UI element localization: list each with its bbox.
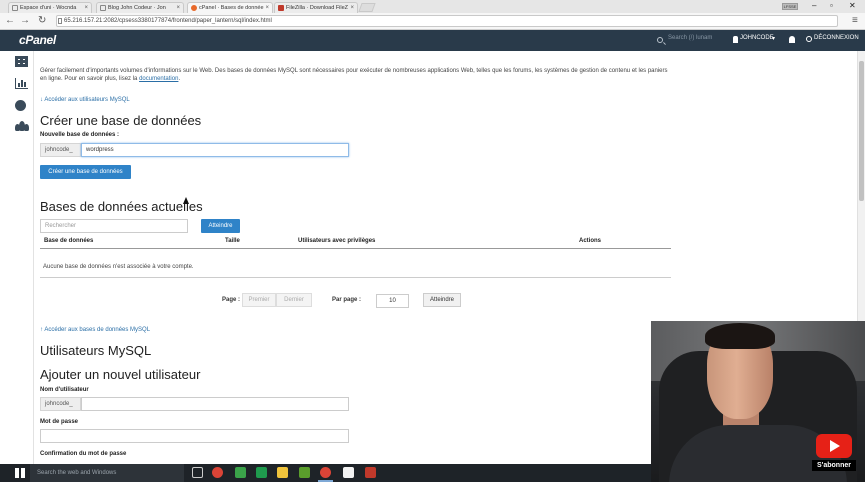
close-icon[interactable]: ×: [265, 3, 269, 13]
close-icon[interactable]: ×: [350, 3, 354, 13]
window-badge: LFSSE: [782, 3, 798, 10]
documentation-link[interactable]: documentation: [139, 76, 178, 82]
filezilla-icon[interactable]: [365, 467, 376, 478]
windows-start-icon[interactable]: [15, 468, 25, 478]
app-icon[interactable]: [235, 467, 246, 478]
cpanel-icon: [191, 5, 197, 11]
chrome-icon[interactable]: [320, 467, 331, 478]
browser-tab[interactable]: FileZilla · Download FileZ ×: [274, 2, 358, 13]
user-prefix: johncode_: [40, 397, 81, 411]
add-user-title: Ajouter un nouvel utilisateur: [40, 367, 201, 382]
col-database[interactable]: Base de données: [44, 238, 93, 244]
page-label: Page :: [222, 297, 241, 303]
go-to-users-link[interactable]: ↓ Accéder aux utilisateurs MySQL: [40, 97, 130, 103]
create-db-title: Créer une base de données: [40, 113, 202, 128]
browser-tab[interactable]: Blog John Codeur · Jon ×: [96, 2, 184, 13]
reload-icon[interactable]: ↻: [38, 15, 46, 27]
table-row-rule: [40, 277, 671, 278]
db-search-input[interactable]: Rechercher: [40, 219, 188, 233]
browser-tab-strip: Espace d'uni · Wocnda × Blog John Codeur…: [0, 0, 865, 13]
user-icon: [733, 36, 738, 43]
chevron-down-icon[interactable]: ▾: [772, 35, 775, 42]
menu-icon[interactable]: ≡: [852, 15, 858, 27]
forward-arrow-icon[interactable]: →: [20, 15, 30, 27]
page-info-icon: [58, 18, 62, 24]
app-icon[interactable]: [299, 467, 310, 478]
new-db-input[interactable]: wordpress: [81, 143, 349, 157]
task-view-icon[interactable]: [192, 467, 203, 478]
col-actions: Actions: [579, 238, 602, 244]
pager-go-button[interactable]: Atteindre: [423, 293, 461, 307]
confirm-password-label: Confirmation du mot de passe: [40, 451, 127, 457]
app-icon[interactable]: [343, 467, 354, 478]
icon-sidebar: [0, 51, 34, 464]
chrome-icon[interactable]: [212, 467, 223, 478]
grid-icon[interactable]: [15, 56, 28, 67]
create-db-button[interactable]: Créer une base de données: [40, 165, 131, 179]
back-arrow-icon[interactable]: ←: [5, 15, 15, 27]
chart-icon[interactable]: [15, 78, 28, 89]
minimize-icon[interactable]: –: [812, 0, 816, 12]
current-db-title: Bases de données actuelles: [40, 199, 203, 214]
table-header-rule: [40, 248, 671, 249]
bell-icon[interactable]: [789, 36, 795, 43]
taskbar-search-input[interactable]: Search the web and Windows: [30, 464, 184, 482]
cpanel-header: cPanel Search (/) lunam JOHNCODE ▾ DÉCON…: [0, 30, 865, 51]
logout-icon[interactable]: [806, 36, 812, 42]
scrollbar-thumb[interactable]: [859, 61, 864, 201]
db-search-button[interactable]: Atteindre: [201, 219, 240, 233]
browser-tab[interactable]: Espace d'uni · Wocnda ×: [8, 2, 92, 13]
close-icon[interactable]: ×: [84, 3, 88, 13]
page-icon: [12, 5, 18, 11]
per-page-select[interactable]: 10: [376, 294, 409, 308]
youtube-play-icon[interactable]: [816, 434, 852, 458]
go-to-databases-link[interactable]: ↑ Accéder aux bases de données MySQL: [40, 327, 150, 333]
users-icon[interactable]: [15, 121, 29, 132]
filezilla-icon: [278, 5, 284, 11]
new-db-label: Nouvelle base de données :: [40, 132, 120, 138]
db-prefix: johncode_: [40, 143, 81, 157]
password-label: Mot de passe: [40, 419, 79, 425]
browser-tab-active[interactable]: cPanel · Bases de donnée ×: [187, 2, 273, 13]
last-page-button[interactable]: Dernier: [276, 293, 312, 307]
page-icon: [100, 5, 106, 11]
col-size[interactable]: Taille: [225, 238, 240, 244]
username-menu[interactable]: JOHNCODE: [740, 35, 774, 41]
mouse-cursor: [183, 197, 189, 204]
maximize-icon[interactable]: ▫: [830, 0, 833, 12]
first-page-button[interactable]: Premier: [242, 293, 276, 307]
close-window-icon[interactable]: ✕: [849, 0, 856, 12]
palette-icon[interactable]: [15, 100, 26, 111]
password-input[interactable]: [40, 429, 349, 443]
folder-icon[interactable]: [277, 467, 288, 478]
header-search-input[interactable]: Search (/) lunam: [668, 35, 712, 41]
logout-button[interactable]: DÉCONNEXION: [814, 35, 859, 41]
url-input[interactable]: 65.216.157.21:2082/cpsess3380177874/fron…: [56, 15, 838, 27]
cpanel-logo[interactable]: cPanel: [19, 33, 56, 47]
close-icon[interactable]: ×: [176, 3, 180, 13]
intro-text: Gérer facilement d'importants volumes d'…: [40, 68, 668, 82]
username-label: Nom d'utilisateur: [40, 387, 89, 393]
subscribe-button[interactable]: S'abonner: [812, 460, 856, 471]
search-icon[interactable]: [657, 37, 663, 43]
new-tab-button[interactable]: [358, 3, 376, 12]
per-page-label: Par page :: [332, 297, 362, 303]
username-input[interactable]: [81, 397, 349, 411]
empty-db-message: Aucune base de données n'est associée à …: [43, 264, 194, 270]
col-privileged-users: Utilisateurs avec privilèges: [298, 238, 376, 244]
mysql-users-title: Utilisateurs MySQL: [40, 343, 152, 358]
address-bar: ← → ↻ 65.216.157.21:2082/cpsess338017787…: [0, 13, 865, 30]
app-icon[interactable]: [256, 467, 267, 478]
